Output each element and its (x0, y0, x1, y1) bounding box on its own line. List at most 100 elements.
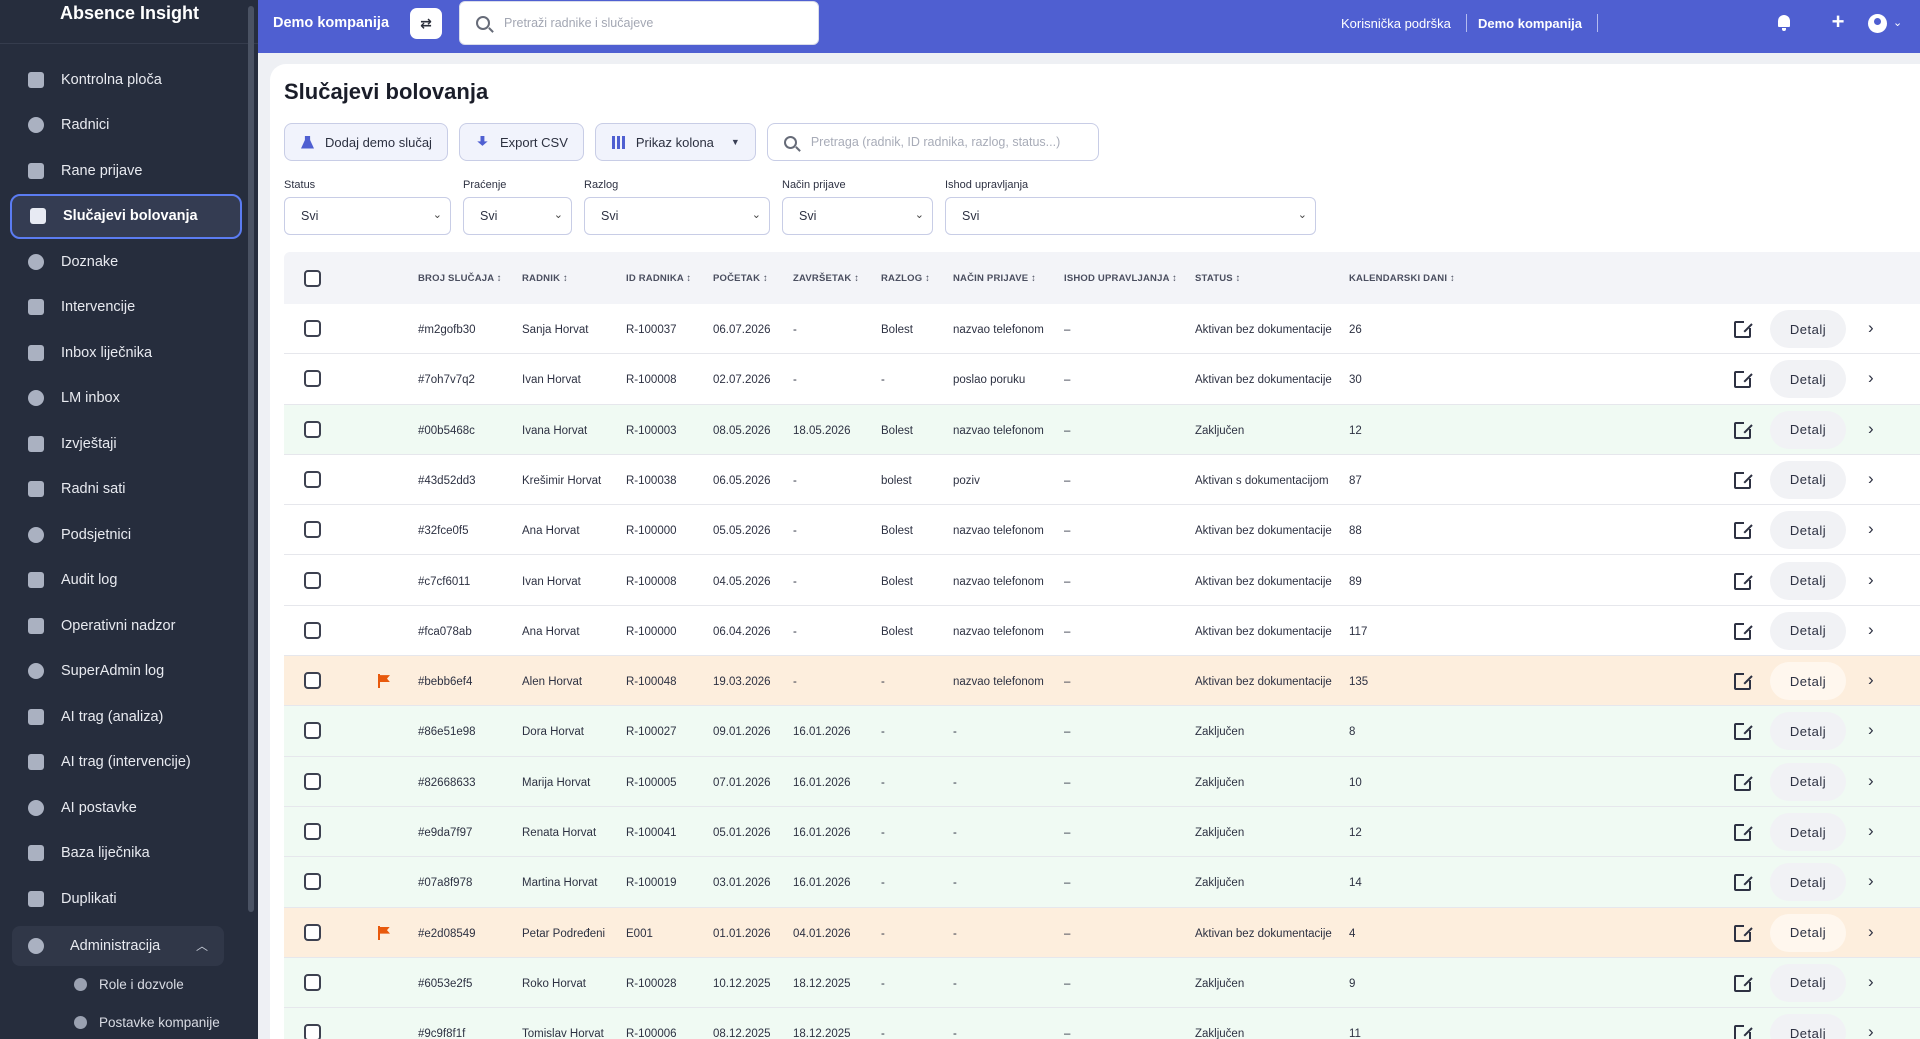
table-row[interactable]: #c7cf6011 Ivan Horvat R-100008 04.05.2026 - B… (284, 556, 1920, 606)
chevron-right-icon[interactable]: › (1868, 519, 1874, 539)
row-checkbox[interactable] (304, 1024, 321, 1039)
chevron-right-icon[interactable]: › (1868, 871, 1874, 891)
column-header[interactable]: ISHOD UPRAVLJANJA ↕ (1064, 273, 1177, 284)
row-checkbox[interactable] (304, 521, 321, 539)
column-view-button[interactable]: Prikaz kolona ▼ (594, 123, 756, 161)
open-external-icon[interactable] (1734, 570, 1753, 590)
open-external-icon[interactable] (1734, 721, 1753, 741)
details-button[interactable]: Detalj (1770, 662, 1846, 701)
table-row[interactable]: #82668633 Marija Horvat R-100005 07.01.2026… (284, 756, 1920, 807)
open-external-icon[interactable] (1734, 1023, 1753, 1039)
sidebar-item[interactable]: Baza liječnika (0, 831, 250, 877)
table-row[interactable]: #e2d08549 Petar Podređeni E001 01.01.2026 04… (284, 907, 1920, 958)
sidebar-item[interactable]: Kontrolna ploča (0, 57, 250, 103)
sidebar-item[interactable]: Slučajevi bolovanja (10, 193, 242, 239)
row-checkbox[interactable] (304, 823, 321, 840)
open-external-icon[interactable] (1734, 771, 1753, 791)
chevron-right-icon[interactable]: › (1868, 620, 1874, 640)
sidebar-subitem[interactable]: Role i dozvole (0, 966, 250, 1004)
chevron-right-icon[interactable]: › (1868, 821, 1874, 841)
global-search-input[interactable] (504, 16, 804, 30)
column-header[interactable]: STATUS ↕ (1195, 273, 1241, 284)
chevron-right-icon[interactable]: › (1868, 771, 1874, 791)
chevron-right-icon[interactable]: › (1868, 419, 1874, 439)
export-csv-button[interactable]: Export CSV (458, 123, 584, 161)
table-row[interactable]: #e9da7f97 Renata Horvat R-100041 05.01.2026… (284, 807, 1920, 858)
row-checkbox[interactable] (304, 873, 321, 891)
filter-select[interactable]: Svi ⌄ (584, 197, 770, 235)
details-button[interactable]: Detalj (1770, 863, 1846, 902)
sidebar-item[interactable]: LM inbox (0, 376, 250, 422)
sidebar-item[interactable]: AI trag (analiza) (0, 694, 250, 740)
sidebar-item[interactable]: Operativni nadzor (0, 603, 250, 649)
sidebar-item[interactable]: Inbox liječnika (0, 330, 250, 376)
chevron-right-icon[interactable]: › (1868, 972, 1874, 992)
details-button[interactable]: Detalj (1770, 511, 1846, 550)
filter-select[interactable]: Svi ⌄ (284, 197, 451, 235)
open-external-icon[interactable] (1734, 469, 1753, 489)
column-header[interactable]: ID RADNIKA ↕ (626, 273, 691, 284)
open-external-icon[interactable] (1734, 822, 1753, 841)
open-external-icon[interactable] (1734, 671, 1753, 691)
switch-company-button[interactable]: ⇄ (410, 8, 442, 39)
sidebar-item[interactable]: SuperAdmin log (0, 649, 250, 695)
details-button[interactable]: Detalj (1770, 561, 1846, 600)
account-menu[interactable]: ⌄ (1868, 14, 1908, 33)
open-external-icon[interactable] (1734, 922, 1753, 942)
row-checkbox[interactable] (304, 320, 321, 337)
column-header[interactable]: KALENDARSKI DANI ↕ (1349, 273, 1455, 284)
sidebar-item[interactable]: Audit log (0, 558, 250, 604)
table-row[interactable]: #32fce0f5 Ana Horvat R-100000 05.05.2026 - Bo… (284, 505, 1920, 556)
table-row[interactable]: #6053e2f5 Roko Horvat R-100028 10.12.2025 18… (284, 957, 1920, 1009)
table-row[interactable]: #07a8f978 Martina Horvat R-100019 03.01.202… (284, 857, 1920, 908)
chevron-right-icon[interactable]: › (1868, 670, 1874, 690)
filter-select[interactable]: Svi ⌄ (945, 197, 1316, 235)
sidebar-item[interactable]: Izvještaji (0, 421, 250, 467)
details-button[interactable]: Detalj (1770, 611, 1846, 650)
details-button[interactable]: Detalj (1770, 360, 1846, 399)
details-button[interactable]: Detalj (1770, 913, 1846, 952)
details-button[interactable]: Detalj (1770, 1014, 1846, 1039)
open-external-icon[interactable] (1734, 319, 1753, 338)
open-external-icon[interactable] (1734, 419, 1753, 439)
open-external-icon[interactable] (1734, 620, 1753, 640)
chevron-right-icon[interactable]: › (1868, 570, 1874, 590)
row-checkbox[interactable] (304, 672, 321, 690)
bell-icon[interactable] (1775, 14, 1793, 32)
sidebar-group-administracija[interactable]: Administracija ︿ (12, 925, 224, 966)
row-checkbox[interactable] (304, 420, 321, 438)
chevron-right-icon[interactable]: › (1868, 922, 1874, 942)
table-row[interactable]: #86e51e98 Dora Horvat R-100027 09.01.2026 16… (284, 706, 1920, 757)
details-button[interactable]: Detalj (1770, 963, 1846, 1002)
row-checkbox[interactable] (304, 571, 321, 589)
sidebar-subitem[interactable]: Postavke kompanije (0, 1004, 250, 1039)
filter-select[interactable]: Svi ⌄ (782, 197, 933, 235)
row-checkbox[interactable] (304, 772, 321, 790)
column-header[interactable]: BROJ SLUČAJA ↕ (418, 273, 502, 284)
chevron-right-icon[interactable]: › (1868, 368, 1874, 388)
table-search-input[interactable] (810, 135, 1091, 149)
open-external-icon[interactable] (1734, 520, 1753, 540)
details-button[interactable]: Detalj (1770, 460, 1846, 499)
sidebar-item[interactable]: Duplikati (0, 876, 250, 922)
table-row[interactable]: #00b5468c Ivana Horvat R-100003 08.05.2026 1… (284, 404, 1920, 455)
filter-select[interactable]: Svi ⌄ (463, 197, 572, 235)
company-menu-link[interactable]: Demo kompanija (1478, 16, 1582, 31)
column-header[interactable]: RAZLOG ↕ (881, 273, 930, 284)
table-row[interactable]: #43d52dd3 Krešimir Horvat R-100038 06.05.20… (284, 455, 1920, 506)
plus-icon[interactable]: + (1829, 11, 1847, 33)
details-button[interactable]: Detalj (1770, 712, 1846, 751)
open-external-icon[interactable] (1734, 872, 1753, 892)
sidebar-item[interactable]: Intervencije (0, 285, 250, 331)
column-header[interactable]: RADNIK ↕ (522, 273, 568, 284)
table-row[interactable]: #7oh7v7q2 Ivan Horvat R-100008 02.07.2026 - -… (284, 354, 1920, 405)
sidebar-item[interactable]: Podsjetnici (0, 512, 250, 558)
details-button[interactable]: Detalj (1770, 410, 1846, 449)
sidebar-item[interactable]: Doznake (0, 239, 250, 285)
row-checkbox[interactable] (304, 370, 321, 388)
open-external-icon[interactable] (1734, 369, 1753, 389)
global-search[interactable] (459, 1, 819, 45)
table-row[interactable]: #9c9f8f1f Tomislav Horvat R-100006 08.12.20… (284, 1008, 1920, 1039)
chevron-right-icon[interactable]: › (1868, 469, 1874, 489)
row-checkbox[interactable] (304, 722, 321, 740)
